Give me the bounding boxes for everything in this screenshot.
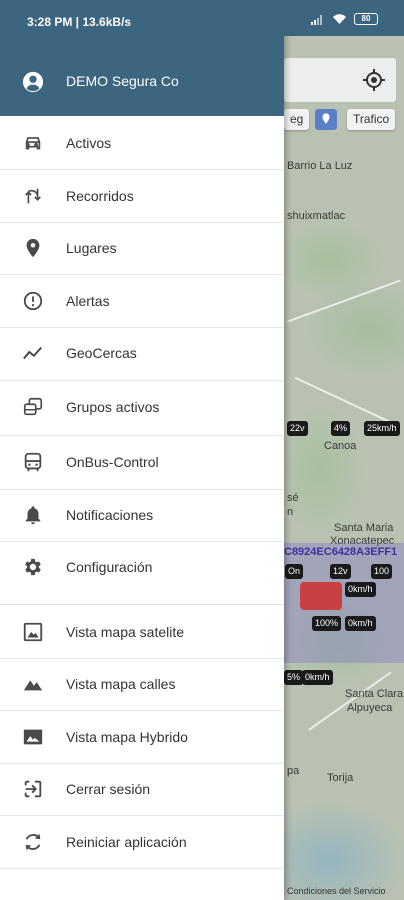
divider <box>0 868 284 869</box>
map-chip-left[interactable]: eg <box>284 109 310 130</box>
menu-item-cerrar-sesion[interactable]: Cerrar sesión <box>0 763 284 815</box>
map-place-label: n <box>287 506 294 518</box>
menu-item-label: Reiniciar aplicación <box>66 834 187 850</box>
menu-item-onbus-control[interactable]: OnBus-Control <box>0 436 284 488</box>
menu-item-grupos-activos[interactable]: Grupos activos <box>0 381 284 433</box>
status-icons: 80 <box>311 13 378 25</box>
gear-icon <box>25 558 41 576</box>
restart-icon <box>25 833 41 851</box>
menu-item-activos[interactable]: Activos <box>0 117 284 169</box>
account-name: DEMO Segura Co <box>66 73 179 89</box>
menu-item-vista-calles[interactable]: Vista mapa calles <box>0 658 284 710</box>
battery-icon: 80 <box>354 13 378 25</box>
map-place-label: Torija <box>327 772 354 784</box>
truck-icon[interactable] <box>300 582 342 610</box>
vehicle-group-icon <box>23 397 43 416</box>
traffic-toggle[interactable]: Trafico <box>347 109 396 130</box>
my-location-icon[interactable] <box>362 68 386 92</box>
map-badge: 100 <box>371 564 393 579</box>
map-badge: 5% <box>284 670 304 685</box>
map-place-label: Barrio La Luz <box>287 160 353 172</box>
menu-item-label: Notificaciones <box>66 507 154 523</box>
menu-item-label: Lugares <box>66 240 117 256</box>
place-icon <box>26 238 40 258</box>
map-badge: 4% <box>331 421 351 436</box>
bus-icon <box>24 452 42 472</box>
menu-item-geocercas[interactable]: GeoCercas <box>0 327 284 379</box>
wifi-icon <box>333 14 346 24</box>
map-badge: 0km/h <box>345 616 376 631</box>
vehicle-id-label: C8924EC6428A3EFF1 <box>284 546 398 558</box>
menu-item-alertas[interactable]: Alertas <box>0 275 284 327</box>
menu-item-label: Alertas <box>66 293 110 309</box>
map-badge: 0km/h <box>302 670 333 685</box>
map-place-label: pa <box>287 765 300 777</box>
pin-icon <box>322 113 330 124</box>
group-divider <box>0 604 284 605</box>
route-icon <box>25 188 41 204</box>
menu-item-label: Vista mapa calles <box>66 676 176 692</box>
image-icon <box>23 622 43 642</box>
map-badge: On <box>285 564 304 579</box>
menu-item-label: OnBus-Control <box>66 454 159 470</box>
terrain-icon <box>23 680 43 691</box>
menu-item-label: Recorridos <box>66 188 134 204</box>
menu-item-label: Vista mapa satelite <box>66 624 185 640</box>
menu-item-label: Activos <box>66 135 112 151</box>
map-pin-chip[interactable] <box>315 109 337 130</box>
status-bar: 3:28 PM | 13.6kB/s 80 <box>0 0 404 36</box>
status-time: 3:28 PM | 13.6kB/s <box>27 15 132 29</box>
map-place-label: Canoa <box>324 440 357 452</box>
map-place-label: Santa Maria <box>334 522 394 534</box>
map-badge: 12v <box>330 564 351 579</box>
navigation-drawer: DEMO Segura Co Activos Recorridos Lugare… <box>0 0 284 900</box>
menu-item-label: Cerrar sesión <box>66 781 151 797</box>
menu-item-lugares[interactable]: Lugares <box>0 222 284 274</box>
map-badge: 22v <box>287 421 308 436</box>
map-place-label: Alpuyeca <box>347 702 393 714</box>
menu-item-notificaciones[interactable]: Notificaciones <box>0 489 284 541</box>
car-icon <box>25 137 41 150</box>
menu-item-recorridos[interactable]: Recorridos <box>0 170 284 222</box>
map-place-label: shuixmatlac <box>287 210 346 222</box>
signal-icon <box>311 14 322 25</box>
map-place-label: Santa Clara <box>345 688 404 700</box>
photo-icon <box>23 729 43 745</box>
map-place-label: sé <box>287 492 299 504</box>
alert-icon <box>23 291 43 311</box>
menu-item-label: Grupos activos <box>66 399 160 415</box>
menu-item-label: Vista mapa Hybrido <box>66 729 188 745</box>
bell-icon <box>25 506 41 525</box>
menu-item-configuracion[interactable]: Configuración <box>0 541 284 593</box>
account-circle-icon <box>22 71 44 93</box>
map-badge: 0km/h <box>345 582 376 597</box>
menu-item-vista-satelite[interactable]: Vista mapa satelite <box>0 606 284 658</box>
map-badge: 25km/h <box>364 421 400 436</box>
menu-item-label: Configuración <box>66 559 153 575</box>
menu-item-vista-hybrido[interactable]: Vista mapa Hybrido <box>0 711 284 763</box>
map-badge: 100% <box>312 616 342 631</box>
menu-item-reiniciar[interactable]: Reiniciar aplicación <box>0 816 284 868</box>
logout-icon <box>24 780 42 798</box>
timeline-icon <box>23 346 43 360</box>
terms-of-service-link[interactable]: Condiciones del Servicio <box>287 886 386 896</box>
menu-item-label: GeoCercas <box>66 345 137 361</box>
